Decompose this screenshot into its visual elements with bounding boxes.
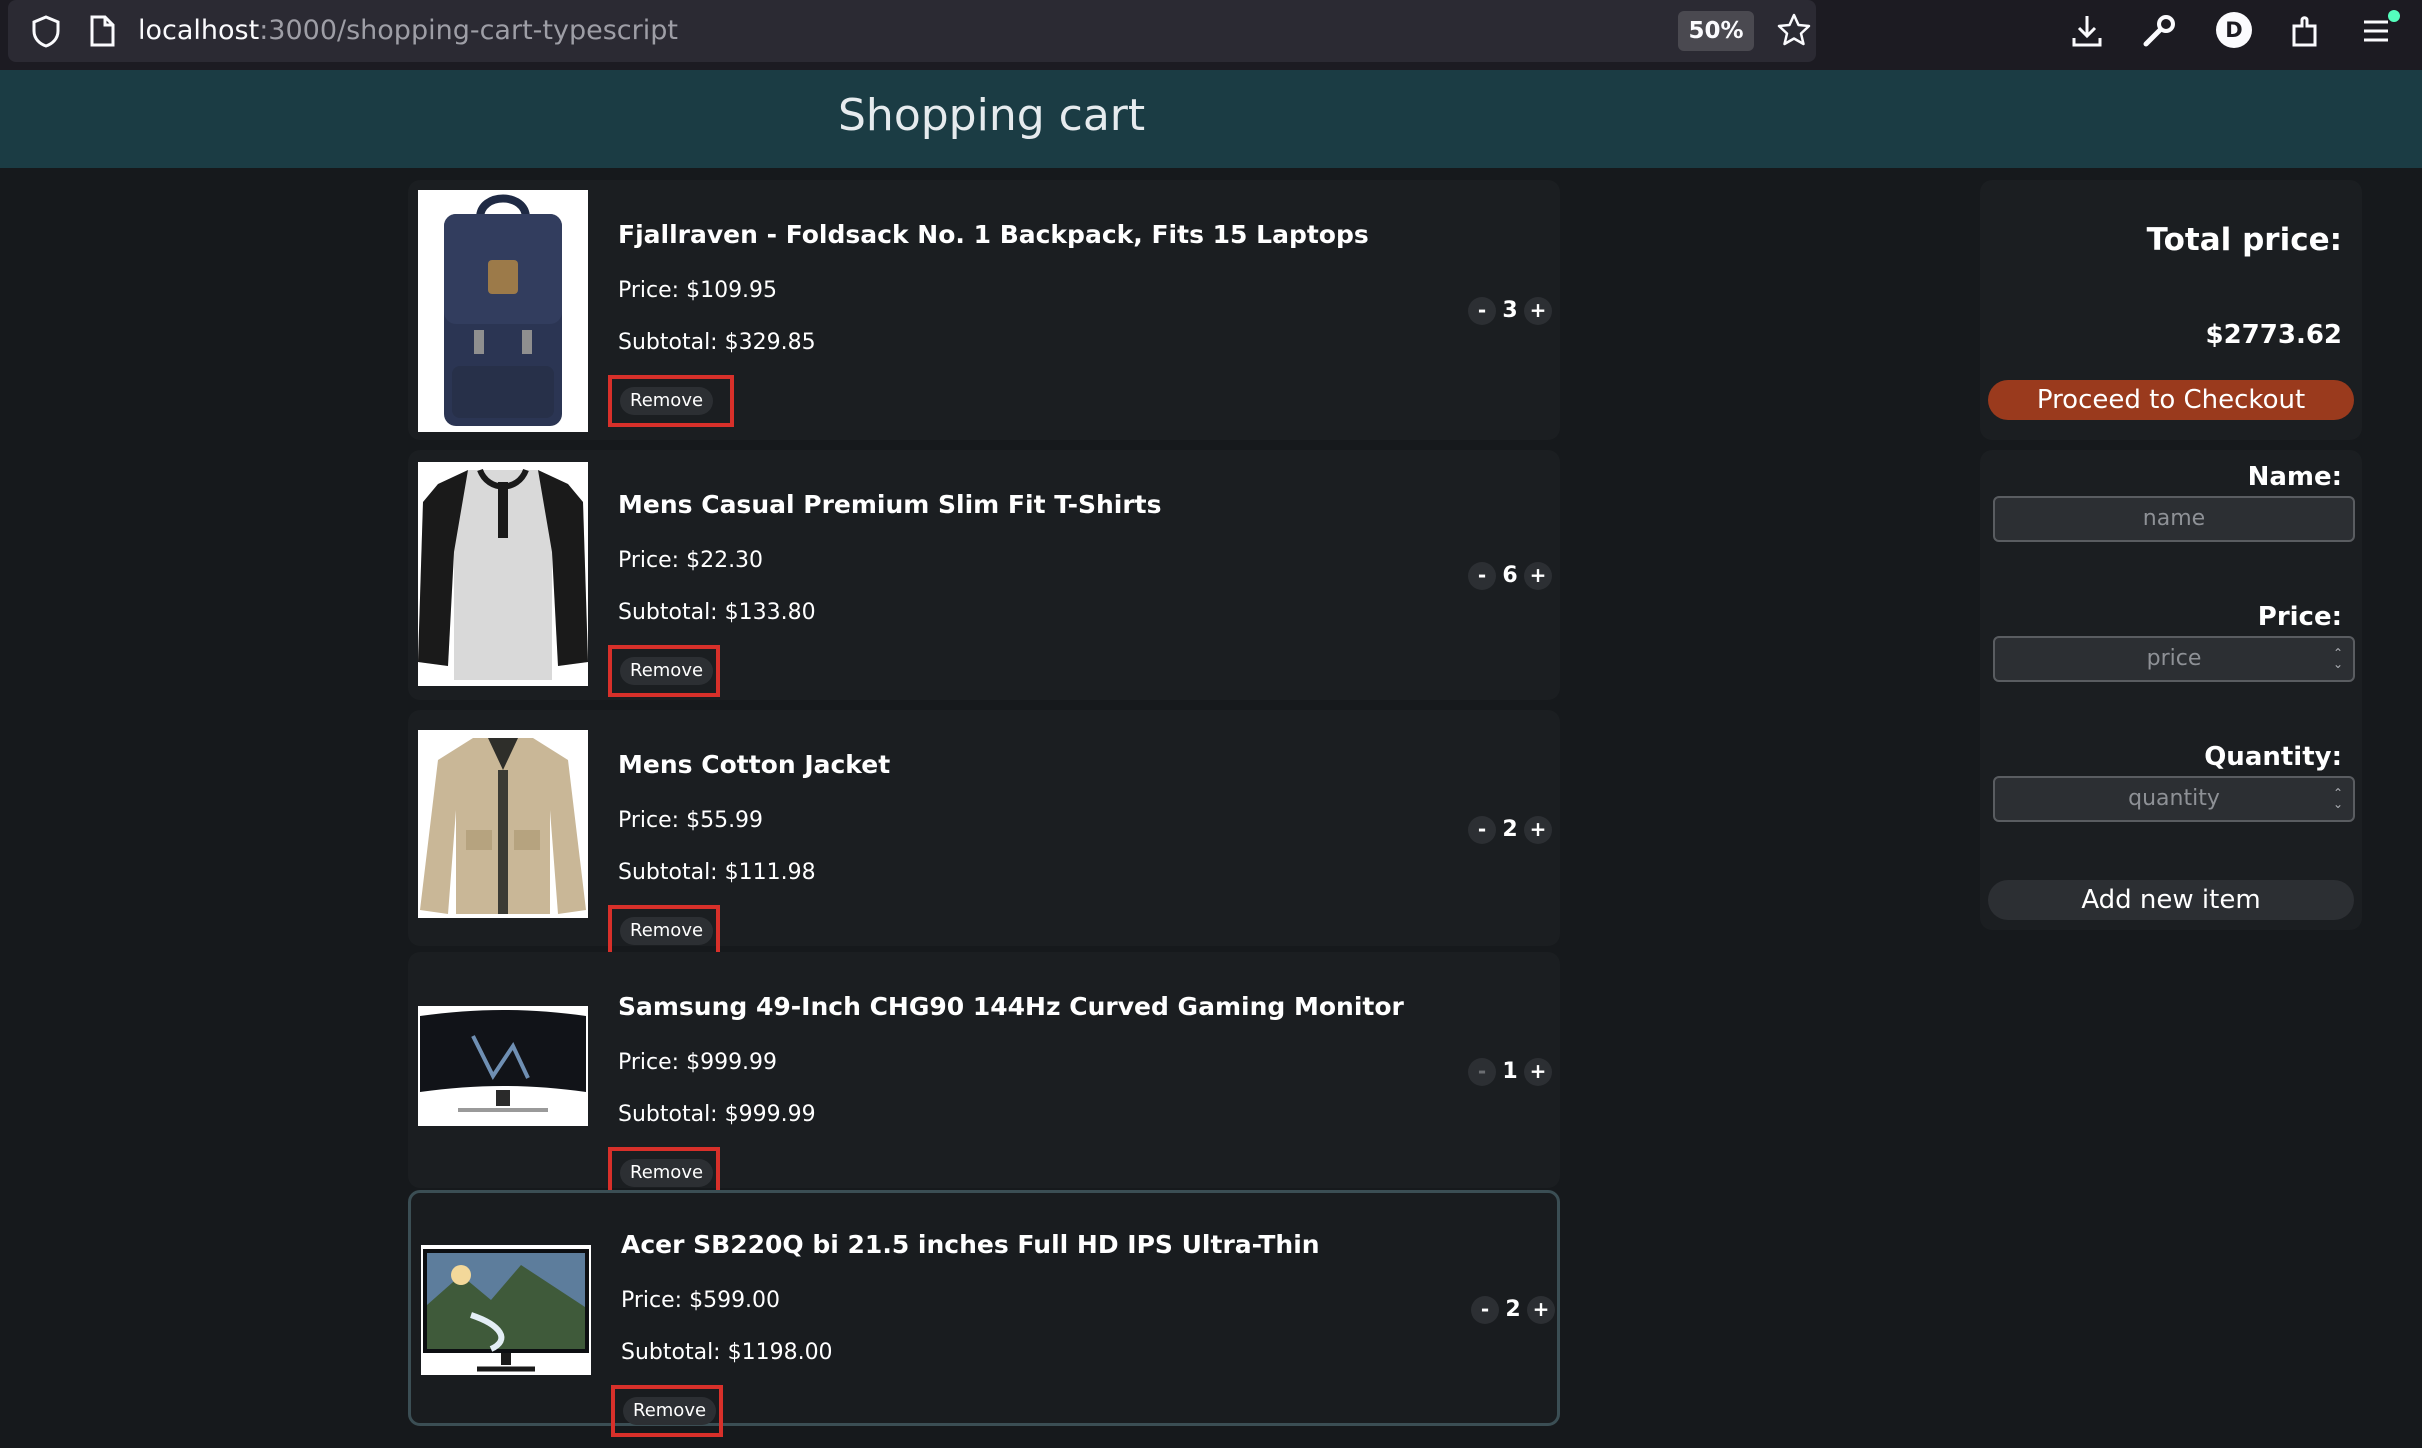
remove-button[interactable]: Remove <box>620 917 714 945</box>
quantity-value: 1 <box>1502 1059 1518 1084</box>
item-price: Price: $999.99 <box>618 1050 778 1075</box>
cart-item: Fjallraven - Foldsack No. 1 Backpack, Fi… <box>408 180 1560 440</box>
tshirt-image <box>418 462 588 686</box>
item-price: Price: $22.30 <box>618 548 764 573</box>
url-host: localhost <box>138 15 260 46</box>
remove-button[interactable]: Remove <box>620 657 714 685</box>
monitor-image <box>421 1245 591 1375</box>
increment-button[interactable]: + <box>1524 1058 1552 1086</box>
curved-monitor-image <box>418 1006 588 1126</box>
account-avatar[interactable]: D <box>2216 12 2252 48</box>
page-title: Shopping cart <box>838 90 1146 141</box>
order-summary: Total price: $2773.62 Proceed to Checkou… <box>1980 180 2362 440</box>
item-price: Price: $55.99 <box>618 808 764 833</box>
app-header: Shopping cart <box>0 70 2422 168</box>
decrement-button[interactable]: - <box>1471 1296 1499 1324</box>
increment-button[interactable]: + <box>1524 816 1552 844</box>
decrement-button[interactable]: - <box>1468 562 1496 590</box>
add-item-button[interactable]: Add new item <box>1988 880 2354 920</box>
remove-highlight: Remove <box>608 645 720 697</box>
quantity-input[interactable]: quantity ⌃ ⌄ <box>1993 776 2355 822</box>
quantity-stepper: - 3 + <box>1468 297 1558 325</box>
item-price: Price: $109.95 <box>618 278 778 303</box>
decrement-button[interactable]: - <box>1468 816 1496 844</box>
name-input[interactable]: name <box>1993 496 2355 542</box>
quantity-stepper: - 2 + <box>1468 816 1558 844</box>
jacket-image <box>418 730 588 918</box>
item-subtotal: Subtotal: $133.80 <box>618 600 816 625</box>
quantity-placeholder: quantity <box>2128 786 2220 811</box>
remove-highlight: Remove <box>608 905 720 957</box>
cart-item[interactable]: Acer SB220Q bi 21.5 inches Full HD IPS U… <box>408 1190 1561 1437</box>
remove-highlight: Remove <box>608 375 734 427</box>
checkout-button[interactable]: Proceed to Checkout <box>1988 380 2354 420</box>
price-input[interactable]: price ⌃ ⌄ <box>1993 636 2355 682</box>
bookmark-star-icon[interactable] <box>1776 12 1812 48</box>
cart-item: Samsung 49-Inch CHG90 144Hz Curved Gamin… <box>408 952 1560 1199</box>
decrement-button[interactable]: - <box>1468 1058 1496 1086</box>
item-title: Fjallraven - Foldsack No. 1 Backpack, Fi… <box>618 220 1369 249</box>
increment-button[interactable]: + <box>1527 1296 1555 1324</box>
remove-button[interactable]: Remove <box>620 387 714 415</box>
download-icon[interactable] <box>2068 12 2106 50</box>
cart-item: Mens Cotton Jacket Price: $55.99 Subtota… <box>408 710 1560 957</box>
item-title: Acer SB220Q bi 21.5 inches Full HD IPS U… <box>621 1230 1320 1259</box>
increment-button[interactable]: + <box>1524 562 1552 590</box>
item-subtotal: Subtotal: $1198.00 <box>621 1340 833 1365</box>
shield-icon[interactable] <box>30 14 62 48</box>
item-subtotal: Subtotal: $999.99 <box>618 1102 816 1127</box>
item-title: Samsung 49-Inch CHG90 144Hz Curved Gamin… <box>618 992 1404 1021</box>
quantity-value: 3 <box>1502 298 1518 323</box>
increment-button[interactable]: + <box>1524 297 1552 325</box>
browser-toolbar: localhost:3000/shopping-cart-typescript … <box>0 0 2422 70</box>
quantity-value: 6 <box>1502 563 1518 588</box>
add-item-form: Name: name Price: price ⌃ ⌄ Quantity: qua… <box>1980 450 2362 930</box>
backpack-image <box>418 190 588 432</box>
quantity-value: 2 <box>1502 817 1518 842</box>
decrement-button[interactable]: - <box>1468 297 1496 325</box>
item-title: Mens Cotton Jacket <box>618 750 891 779</box>
quantity-stepper: - 2 + <box>1471 1296 1561 1324</box>
quantity-stepper: - 1 + <box>1468 1058 1558 1086</box>
total-price-value: $2773.62 <box>2205 320 2342 350</box>
page-icon <box>90 15 115 47</box>
url-text[interactable]: localhost:3000/shopping-cart-typescript <box>138 12 678 50</box>
extensions-icon[interactable] <box>2286 12 2324 50</box>
quantity-stepper: - 6 + <box>1468 562 1558 590</box>
total-price-label: Total price: <box>2146 222 2342 258</box>
quantity-value: 2 <box>1505 1297 1521 1322</box>
number-stepper-icon[interactable]: ⌃ ⌄ <box>2333 787 2343 810</box>
quantity-label: Quantity: <box>2204 742 2342 772</box>
item-price: Price: $599.00 <box>621 1288 781 1313</box>
remove-button[interactable]: Remove <box>620 1159 714 1187</box>
item-subtotal: Subtotal: $111.98 <box>618 860 816 885</box>
url-path: :3000/shopping-cart-typescript <box>259 15 678 46</box>
item-subtotal: Subtotal: $329.85 <box>618 330 816 355</box>
number-stepper-icon[interactable]: ⌃ ⌄ <box>2333 647 2343 670</box>
price-placeholder: price <box>2146 646 2202 671</box>
remove-button[interactable]: Remove <box>623 1397 717 1425</box>
url-bar[interactable]: localhost:3000/shopping-cart-typescript … <box>8 0 1816 62</box>
wrench-icon[interactable] <box>2140 12 2178 50</box>
item-title: Mens Casual Premium Slim Fit T-Shirts <box>618 490 1162 519</box>
update-dot <box>2388 10 2400 22</box>
zoom-level-badge[interactable]: 50% <box>1678 11 1754 51</box>
remove-highlight: Remove <box>611 1385 723 1437</box>
name-label: Name: <box>2247 462 2342 492</box>
cart-item: Mens Casual Premium Slim Fit T-Shirts Pr… <box>408 450 1560 700</box>
price-label: Price: <box>2257 602 2342 632</box>
